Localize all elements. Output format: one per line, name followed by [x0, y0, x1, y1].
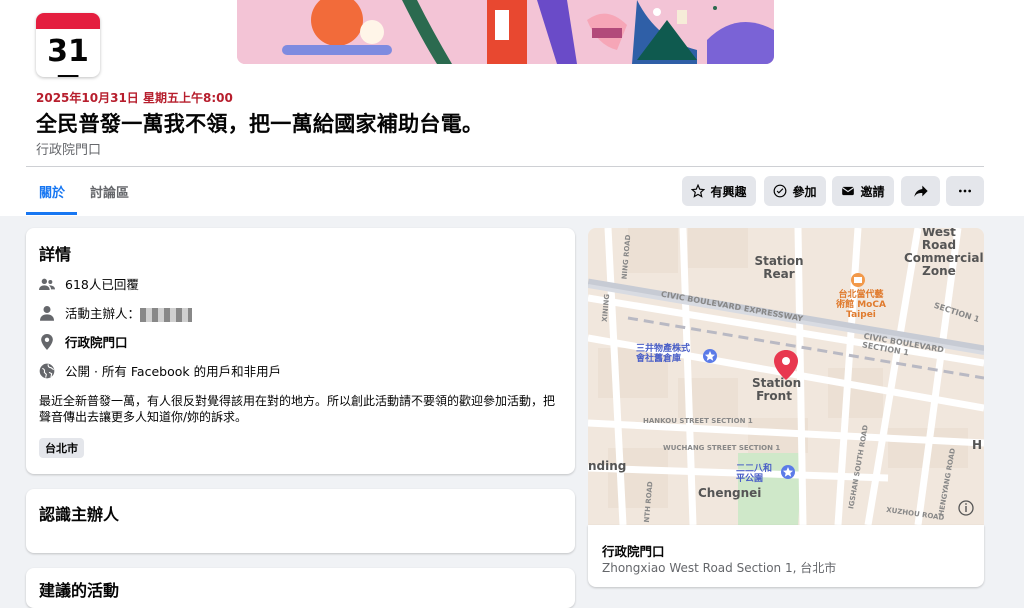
- map-label-moca: 台北當代藝 術館 MoCA Taipei: [836, 290, 886, 320]
- place-name[interactable]: 行政院門口: [65, 332, 128, 351]
- map-location-address: Zhongxiao West Road Section 1, 台北市: [602, 561, 837, 575]
- map-label-chengnei: Chengnei: [698, 486, 762, 500]
- more-button[interactable]: [946, 176, 984, 206]
- map-label-nding: nding: [588, 459, 627, 473]
- tab-discussion[interactable]: 討論區: [90, 182, 129, 201]
- suggested-events-card: 建議的活動: [26, 568, 575, 608]
- map-label-mitsui: 三井物產株式 會社舊倉庫: [636, 344, 691, 364]
- calendar-header: [36, 13, 100, 29]
- host-label: 活動主辦人：: [65, 306, 141, 321]
- map-label-station-front: Station Front: [752, 376, 802, 403]
- interested-button[interactable]: 有興趣: [682, 176, 756, 206]
- envelope-icon: [842, 186, 855, 196]
- tab-about[interactable]: 關於: [39, 182, 65, 201]
- calendar-date-badge: 31日: [36, 13, 100, 77]
- host-name-redacted[interactable]: [140, 307, 193, 322]
- place-row: 行政院門口: [39, 332, 128, 351]
- event-cover-image: [237, 0, 774, 64]
- event-datetime: 2025年10月31日 星期五上午8:00: [36, 91, 233, 105]
- star-icon: [691, 184, 706, 198]
- divider: [26, 166, 984, 167]
- host-card-heading: 認識主辦人: [39, 505, 120, 524]
- event-location[interactable]: 行政院門口: [36, 139, 101, 158]
- host-row: 活動主辦人：: [39, 303, 193, 322]
- going-button[interactable]: 參加: [764, 176, 826, 206]
- city-tag[interactable]: 台北市: [39, 438, 84, 458]
- map-label-commercial-zone: West Road Commercial Zone: [904, 228, 984, 278]
- globe-icon: [39, 363, 55, 379]
- invite-label: 邀請: [860, 184, 885, 199]
- suggested-events-heading: 建議的活動: [39, 581, 120, 600]
- people-icon: [39, 276, 55, 292]
- event-description: 最近全新普發一萬，有人很反對覺得該用在對的地方。所以創此活動請不要領的歡迎參加活…: [39, 394, 556, 424]
- more-icon: [959, 189, 971, 193]
- map-label-station-rear: Station Rear: [754, 254, 804, 281]
- share-button[interactable]: [901, 176, 940, 206]
- details-card: 詳情 618人已回覆 活動主辦人： 行政院門口 公開 · 所有 Facebook…: [26, 228, 575, 474]
- interested-label: 有興趣: [710, 184, 747, 199]
- check-circle-icon: [774, 184, 787, 198]
- map-label-h: H: [972, 438, 983, 452]
- privacy-row: 公開 · 所有 Facebook 的用戶和非用戶: [39, 361, 281, 380]
- map-label-228-park: 二二八和 平公園: [736, 464, 773, 484]
- share-icon: [913, 185, 928, 197]
- event-title: 全民普發一萬我不領，把一萬給國家補助台電。: [36, 112, 484, 136]
- map-label-wuchang: WUCHANG STREET SECTION 1: [663, 444, 781, 452]
- going-label: 參加: [792, 184, 817, 199]
- active-tab-indicator: [26, 212, 77, 215]
- person-icon: [39, 305, 55, 321]
- map-label-hankou: HANKOU STREET SECTION 1: [643, 417, 753, 425]
- host-card: 認識主辦人: [26, 489, 575, 553]
- location-pin-icon: [39, 333, 55, 350]
- details-heading: 詳情: [39, 245, 72, 264]
- responded-count[interactable]: 618人已回覆: [65, 274, 139, 293]
- invite-button[interactable]: 邀請: [832, 176, 894, 206]
- calendar-day: 31日: [47, 34, 89, 77]
- map-location-footer[interactable]: 行政院門口 Zhongxiao West Road Section 1, 台北市: [588, 525, 984, 587]
- event-map[interactable]: West Road Commercial Zone Station Rear 台北當代…: [588, 228, 984, 525]
- privacy-text: 公開 · 所有 Facebook 的用戶和非用戶: [65, 364, 282, 379]
- responded-row: 618人已回覆: [39, 274, 139, 293]
- map-location-name: 行政院門口: [602, 544, 665, 559]
